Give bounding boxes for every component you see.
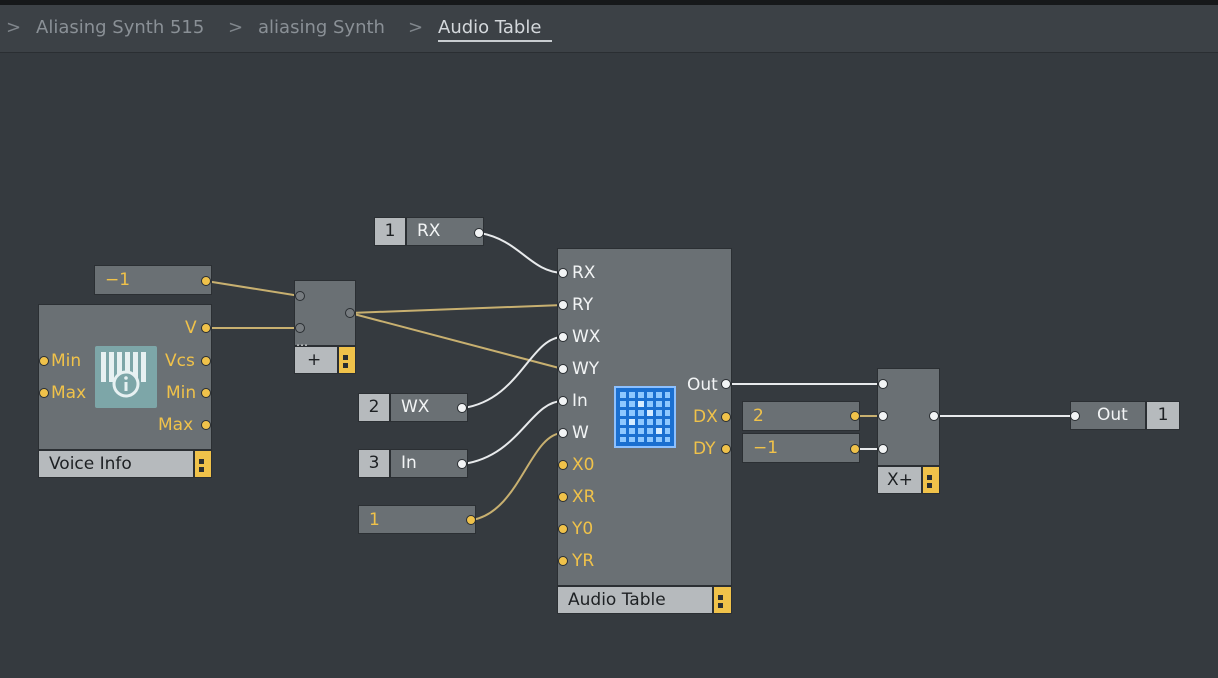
port-rx-in: [558, 268, 568, 278]
port-const-dx-out: [850, 411, 860, 421]
port-wy-in: [558, 364, 568, 374]
port-one-out: [466, 515, 476, 525]
port-xplus-in2: [878, 411, 888, 421]
port-dx-out: [721, 412, 731, 422]
port-max-in: [39, 388, 49, 398]
port-wx-in: [558, 332, 568, 342]
port-x0-in: [558, 460, 568, 470]
port-max-out: [201, 420, 211, 430]
port-min-in: [39, 356, 49, 366]
port-rx-knob-out: [474, 228, 484, 238]
port-const-dy-out: [850, 444, 860, 454]
port-wx-knob-out: [457, 403, 467, 413]
port-neg1-out: [201, 276, 211, 286]
port-adder-out: [345, 308, 355, 318]
port-out-out: [721, 379, 731, 389]
port-y0-in: [558, 524, 568, 534]
port-yr-in: [558, 556, 568, 566]
port-vcs-out: [201, 356, 211, 366]
port-dy-out: [721, 444, 731, 454]
port-adder-in1: [295, 291, 305, 301]
port-ry-in: [558, 300, 568, 310]
port-xr-in: [558, 492, 568, 502]
port-in-knob-out: [457, 459, 467, 469]
port-v-out: [201, 323, 211, 333]
port-in-in: [558, 396, 568, 406]
port-xplus-out: [929, 411, 939, 421]
port-layer: [39, 228, 1080, 566]
port-adder-in2: [295, 323, 305, 333]
port-xplus-in1: [878, 379, 888, 389]
port-w-in: [558, 428, 568, 438]
port-terminal-in: [1070, 411, 1080, 421]
port-min-out: [201, 388, 211, 398]
port-xplus-in3: [878, 444, 888, 454]
